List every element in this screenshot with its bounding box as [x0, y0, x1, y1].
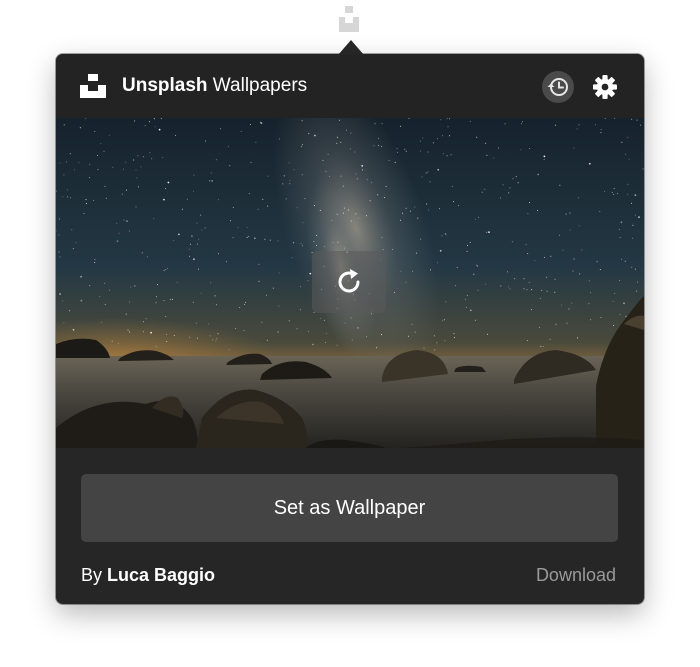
settings-button[interactable]: [592, 74, 618, 100]
app-title-rest: Wallpapers: [207, 75, 308, 96]
refresh-icon: [338, 269, 360, 293]
wallpaper-preview: [56, 118, 644, 448]
set-as-wallpaper-button[interactable]: Set as Wallpaper: [81, 474, 618, 542]
gear-icon: [593, 75, 617, 99]
unsplash-popover: Unsplash Wallpapers Set as Wallpaper By …: [56, 54, 644, 604]
popover-arrow: [338, 40, 364, 55]
photo-credit: By Luca Baggio: [81, 564, 215, 586]
credit-prefix: By: [81, 565, 108, 585]
popover-header: Unsplash Wallpapers: [56, 54, 644, 118]
app-title: Unsplash Wallpapers: [122, 74, 307, 98]
author-name[interactable]: Luca Baggio: [107, 565, 215, 585]
download-link[interactable]: Download: [536, 564, 616, 586]
history-button[interactable]: [542, 71, 574, 103]
history-clock-icon: [547, 78, 568, 96]
menubar-unsplash-icon[interactable]: [339, 6, 363, 32]
app-title-bold: Unsplash: [122, 75, 208, 96]
unsplash-logo-icon: [80, 74, 108, 98]
refresh-button[interactable]: [312, 251, 386, 313]
